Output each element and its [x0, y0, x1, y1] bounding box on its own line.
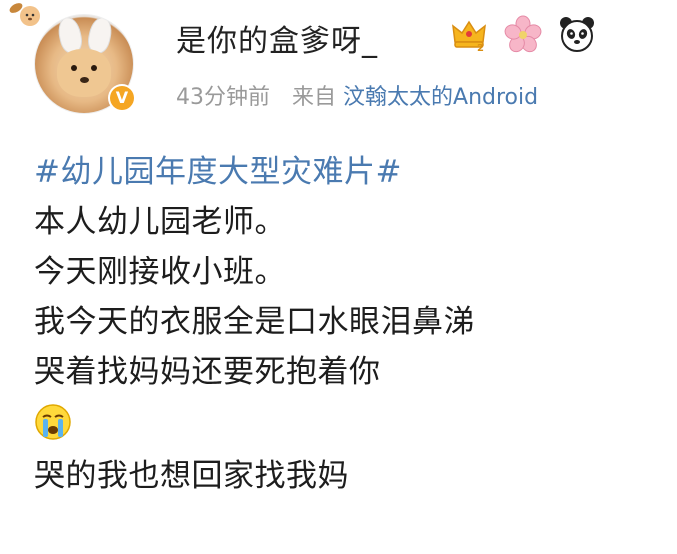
crown-icon[interactable]: 2 [449, 14, 489, 54]
dog-drumstick-icon [9, 3, 40, 26]
username[interactable]: 是你的盒爹呀_ [176, 16, 378, 60]
flower-icon [504, 15, 542, 53]
dog-eye-left [71, 65, 77, 71]
dog-nose [80, 77, 89, 83]
body-line-2: 今天刚接收小班。 [34, 254, 286, 290]
topic-link[interactable]: #幼儿园年度大型灾难片# [34, 147, 475, 197]
verified-v-mark: V [110, 86, 134, 110]
body-line-last: 哭的我也想回家找我妈 [34, 458, 349, 494]
verified-v-badge-icon: V [108, 84, 136, 112]
body-line-4: 哭着找妈妈还要死抱着你 [34, 354, 381, 390]
crying-face-emoji [35, 404, 71, 440]
dog-face [57, 49, 111, 97]
dog-eye-right [91, 65, 97, 71]
svg-text:2: 2 [477, 43, 484, 54]
source-prefix: 来自 [292, 85, 337, 110]
user-badges: 2 [449, 14, 597, 54]
avatar-area[interactable]: V [6, 0, 144, 124]
panda-icon [560, 17, 594, 52]
post-body: #幼儿园年度大型灾难片# 本人幼儿园老师。 今天刚接收小班。 我今天的衣服全是口… [34, 147, 475, 501]
post-meta: 43分钟前 来自 汶翰太太的Android [176, 79, 538, 111]
body-line-1: 本人幼儿园老师。 [34, 204, 286, 240]
body-line-3: 我今天的衣服全是口水眼泪鼻涕 [34, 304, 475, 340]
post-source[interactable]: 汶翰太太的Android [343, 85, 538, 110]
post-time: 43分钟前 [176, 85, 270, 110]
emoji-line [34, 397, 475, 451]
